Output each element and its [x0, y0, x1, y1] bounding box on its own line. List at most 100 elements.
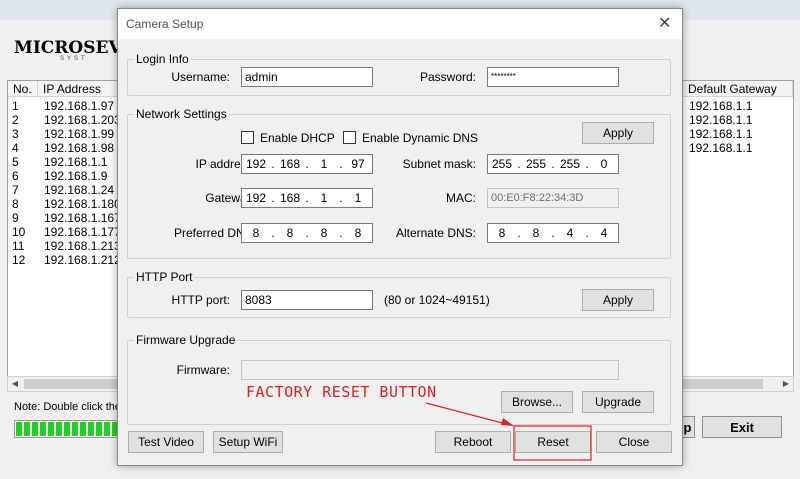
dns-octet[interactable]: 8	[242, 224, 270, 242]
http-port-input[interactable]: 8083	[241, 290, 373, 310]
exit-button[interactable]: Exit	[702, 416, 782, 438]
ip-address-label: IP address:	[195, 157, 256, 171]
subnet-octet[interactable]: 255	[522, 155, 550, 173]
checkbox-box[interactable]	[241, 131, 254, 144]
username-label: Username:	[171, 70, 230, 84]
subnet-octet[interactable]: 255	[488, 155, 516, 173]
column-header-ip[interactable]: IP Address	[38, 81, 121, 97]
column-header-gateway[interactable]: Default Gateway	[683, 81, 793, 97]
checkbox-box[interactable]	[343, 131, 356, 144]
reset-button[interactable]: Reset	[515, 431, 591, 453]
gateway-octet[interactable]: 1	[310, 189, 338, 207]
table-row[interactable]: 6 192.168.1.9	[8, 169, 121, 183]
ip-address-input[interactable]: 192. 168. 1. 97	[241, 154, 373, 174]
scroll-left-icon[interactable]: ◀	[8, 377, 22, 391]
alternate-dns-input[interactable]: 8. 8. 4. 4	[487, 223, 619, 243]
enable-ddns-label: Enable Dynamic DNS	[362, 131, 479, 145]
gateway-input[interactable]: 192. 168. 1. 1	[241, 188, 373, 208]
password-label: Password:	[419, 70, 476, 84]
enable-ddns-checkbox[interactable]: Enable Dynamic DNS	[343, 131, 478, 145]
row-number: 7	[12, 183, 19, 197]
subnet-octet[interactable]: 255	[556, 155, 584, 173]
dns-octet[interactable]: 8	[310, 224, 338, 242]
scroll-right-icon[interactable]: ▶	[779, 377, 793, 391]
upgrade-button[interactable]: Upgrade	[582, 391, 654, 413]
gateway-label: Gateway:	[205, 191, 256, 205]
column-header-no[interactable]: No.	[8, 81, 38, 97]
network-apply-button[interactable]: Apply	[582, 122, 654, 144]
subnet-mask-label: Subnet mask:	[402, 157, 476, 171]
dns-octet[interactable]: 8	[344, 224, 372, 242]
brand-logo: MICROSEV	[14, 38, 122, 58]
table-row[interactable]: 4 192.168.1.98	[8, 141, 121, 155]
row-ip-address: 192.168.1.24	[44, 183, 115, 197]
row-number: 10	[12, 225, 26, 239]
table-row[interactable]: 10 192.168.1.177	[8, 225, 121, 239]
network-settings-legend: Network Settings	[136, 107, 227, 121]
device-list-scrollbar[interactable]: ◀	[7, 376, 122, 392]
http-apply-button[interactable]: Apply	[582, 289, 654, 311]
table-row[interactable]: 5 192.168.1.1	[8, 155, 121, 169]
gateway-octet[interactable]: 1	[344, 189, 372, 207]
table-row[interactable]: 12 192.168.1.212	[8, 253, 121, 267]
table-row[interactable]: 3 192.168.1.99	[8, 127, 121, 141]
row-ip-address: 192.168.1.9	[44, 169, 108, 183]
hint-note: Note: Double click the	[14, 401, 121, 413]
dns-octet[interactable]: 8	[488, 224, 516, 242]
browse-button[interactable]: Browse...	[501, 391, 573, 413]
mac-field: 00:E0:F8:22:34:3D	[487, 188, 619, 208]
preferred-dns-input[interactable]: 8. 8. 8. 8	[241, 223, 373, 243]
device-list-right-scrollbar[interactable]: ▶	[682, 376, 794, 392]
partial-background-button[interactable]: p	[681, 416, 695, 438]
close-button[interactable]: Close	[596, 431, 672, 453]
close-icon[interactable]: ✕	[658, 13, 671, 33]
test-video-button[interactable]: Test Video	[128, 431, 204, 453]
ip-octet[interactable]: 97	[344, 155, 372, 173]
http-port-legend: HTTP Port	[136, 270, 193, 284]
table-row[interactable]: 2 192.168.1.203	[8, 113, 121, 127]
row-ip-address: 192.168.1.212	[44, 253, 121, 267]
row-number: 4	[12, 141, 19, 155]
password-input[interactable]: ********	[487, 67, 619, 87]
dns-octet[interactable]: 8	[276, 224, 304, 242]
scroll-thumb-right[interactable]	[683, 379, 763, 389]
device-list-right-pane[interactable]: Default Gateway 192.168.1.1 192.168.1.1 19…	[682, 80, 794, 378]
dns-octet[interactable]: 8	[522, 224, 550, 242]
row-number: 1	[12, 99, 19, 113]
dns-octet[interactable]: 4	[590, 224, 618, 242]
row-number: 9	[12, 211, 19, 225]
row-ip-address: 192.168.1.167	[44, 211, 121, 225]
gateway-octet[interactable]: 192	[242, 189, 270, 207]
scan-progress-bar	[14, 420, 120, 438]
table-row[interactable]: 11 192.168.1.213	[8, 239, 121, 253]
scroll-thumb[interactable]	[24, 379, 121, 389]
setup-wifi-button[interactable]: Setup WiFi	[213, 431, 283, 453]
alternate-dns-label: Alternate DNS:	[395, 226, 476, 240]
table-row[interactable]: 8 192.168.1.180	[8, 197, 121, 211]
row-ip-address: 192.168.1.213	[44, 239, 121, 253]
table-row[interactable]: 9 192.168.1.167	[8, 211, 121, 225]
http-port-label: HTTP port:	[171, 293, 230, 307]
enable-dhcp-label: Enable DHCP	[260, 131, 335, 145]
progress-fill	[16, 422, 118, 436]
firmware-upgrade-legend: Firmware Upgrade	[136, 333, 236, 347]
firmware-path-input[interactable]	[241, 360, 619, 380]
table-row[interactable]: 7 192.168.1.24	[8, 183, 121, 197]
login-info-legend: Login Info	[136, 52, 189, 66]
ip-octet[interactable]: 1	[310, 155, 338, 173]
subnet-octet[interactable]: 0	[590, 155, 618, 173]
table-row[interactable]: 1 192.168.1.97	[8, 99, 121, 113]
row-ip-address: 192.168.1.97	[44, 99, 115, 113]
dns-octet[interactable]: 4	[556, 224, 584, 242]
username-input[interactable]: admin	[241, 67, 373, 87]
gateway-octet[interactable]: 168	[276, 189, 304, 207]
subnet-mask-input[interactable]: 255. 255. 255. 0	[487, 154, 619, 174]
preferred-dns-label: Preferred DNS:	[173, 226, 256, 240]
enable-dhcp-checkbox[interactable]: Enable DHCP	[241, 131, 335, 145]
factory-reset-annotation-label: FACTORY RESET BUTTON	[246, 383, 437, 401]
reboot-button[interactable]: Reboot	[435, 431, 511, 453]
ip-octet[interactable]: 168	[276, 155, 304, 173]
row-number: 5	[12, 155, 19, 169]
device-list[interactable]: No. IP Address 1 192.168.1.97 2 192.168.1.2…	[7, 80, 122, 378]
ip-octet[interactable]: 192	[242, 155, 270, 173]
